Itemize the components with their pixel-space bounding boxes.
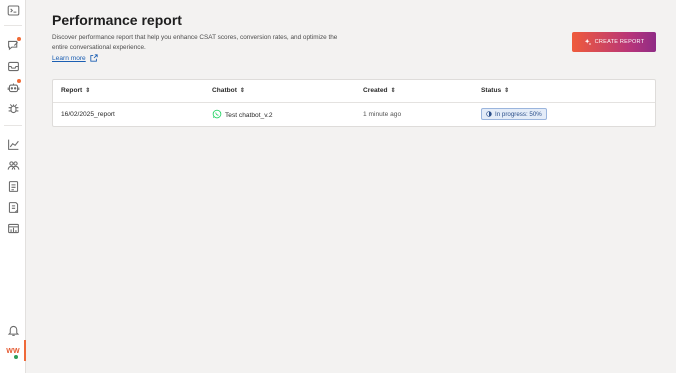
- learn-more-label: Learn more: [52, 54, 86, 62]
- bell-icon[interactable]: [5, 322, 21, 338]
- status-label: In progress: 50%: [495, 110, 542, 118]
- sort-icon: ⇕: [239, 88, 245, 94]
- external-link-icon: [90, 54, 98, 62]
- document-icon[interactable]: [5, 178, 21, 194]
- notification-dot: [17, 37, 21, 41]
- reports-table: Report ⇕ Chatbot ⇕ Created ⇕ Status ⇕ 16/02/…: [52, 79, 656, 127]
- sort-icon: ⇕: [85, 88, 91, 94]
- column-header-status[interactable]: Status ⇕: [481, 87, 509, 94]
- sidebar: WW: [0, 0, 26, 373]
- page-description: Discover performance report that help yo…: [52, 34, 338, 51]
- create-report-label: CREATE REPORT: [594, 39, 645, 45]
- dashboard-icon[interactable]: [5, 220, 21, 236]
- notification-dot: [17, 79, 21, 83]
- progress-pie-icon: [486, 111, 492, 117]
- terminal-icon[interactable]: [5, 2, 21, 18]
- bot-icon[interactable]: [5, 79, 21, 95]
- inbox-icon[interactable]: [5, 58, 21, 74]
- created-time: 1 minute ago: [363, 111, 402, 118]
- whatsapp-icon: [212, 109, 222, 121]
- avatar[interactable]: WW: [3, 342, 23, 360]
- learn-more-link[interactable]: Learn more: [52, 54, 98, 62]
- column-label: Chatbot: [212, 87, 237, 94]
- page-title: Performance report: [52, 12, 182, 28]
- bug-icon[interactable]: [5, 100, 21, 116]
- report-name[interactable]: 16/02/2025_report: [61, 111, 115, 118]
- chatbot-cell: Test chatbot_v.2: [212, 109, 273, 121]
- create-report-button[interactable]: CREATE REPORT: [572, 32, 656, 52]
- sidebar-divider: [4, 25, 22, 26]
- sparkle-icon: [584, 38, 591, 46]
- column-header-created[interactable]: Created ⇕: [363, 87, 396, 94]
- analytics-icon[interactable]: [5, 136, 21, 152]
- column-header-chatbot[interactable]: Chatbot ⇕: [212, 87, 245, 94]
- column-header-report[interactable]: Report ⇕: [61, 87, 90, 94]
- online-status-dot: [14, 355, 18, 359]
- column-label: Report: [61, 87, 83, 94]
- table-header: Report ⇕ Chatbot ⇕ Created ⇕ Status ⇕: [53, 80, 655, 103]
- report-icon[interactable]: [5, 199, 21, 215]
- chatbot-name: Test chatbot_v.2: [225, 111, 273, 119]
- status-badge: In progress: 50%: [481, 108, 547, 120]
- chat-edit-icon[interactable]: [5, 37, 21, 53]
- column-label: Status: [481, 87, 502, 94]
- column-label: Created: [363, 87, 388, 94]
- active-indicator: [24, 340, 26, 361]
- sort-icon: ⇕: [390, 88, 396, 94]
- sort-icon: ⇕: [504, 88, 510, 94]
- users-icon[interactable]: [5, 157, 21, 173]
- sidebar-divider: [4, 125, 22, 126]
